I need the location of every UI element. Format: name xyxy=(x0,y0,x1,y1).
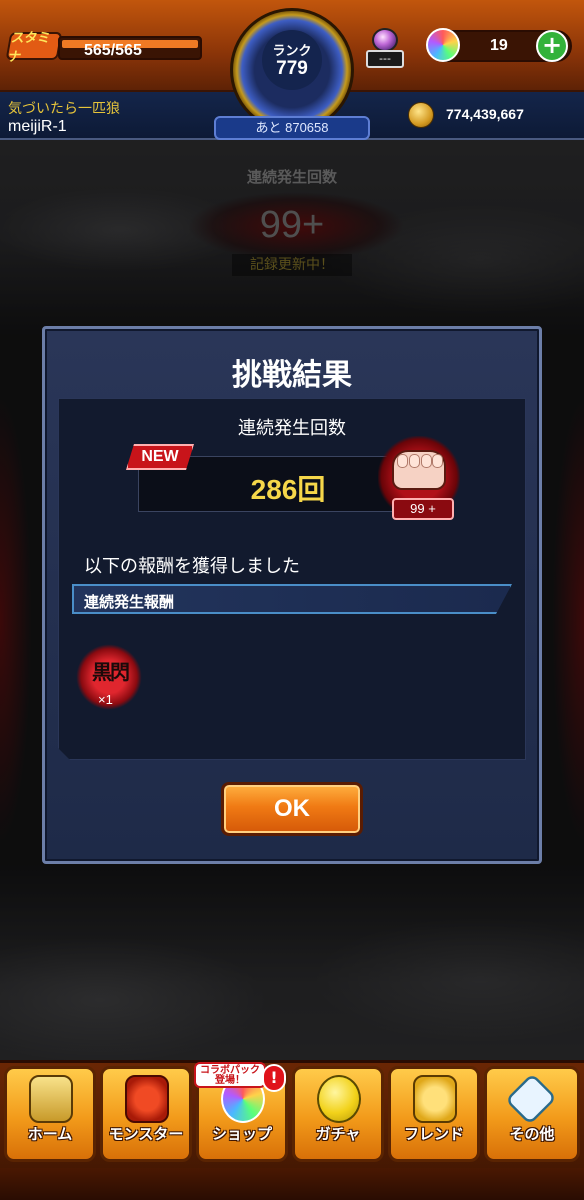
player-title: 気づいたら一匹狼 xyxy=(8,101,120,117)
friend-icon xyxy=(413,1075,457,1123)
fist-knuckle xyxy=(409,454,420,468)
potion-slot[interactable]: --- xyxy=(364,28,404,72)
rank-label: ランク xyxy=(272,44,312,59)
fist-knuckle xyxy=(432,454,443,468)
nav-item-other[interactable]: その他 xyxy=(484,1066,580,1162)
reward-text: 以下の報酬を獲得しました xyxy=(84,556,300,577)
stamina-value: 565/565 xyxy=(84,42,142,59)
stamina-icon: スタミナ xyxy=(5,31,63,65)
fist-icon xyxy=(392,450,446,490)
new-badge: NEW xyxy=(126,444,194,470)
rank-value: 779 xyxy=(276,58,308,79)
bottom-nav-strip xyxy=(0,1168,584,1200)
stamina-label: スタミナ xyxy=(6,31,52,65)
other-icon xyxy=(504,1072,558,1126)
orb-count: 19 xyxy=(490,37,508,54)
player-name: meijiR-1 xyxy=(8,118,67,135)
nav-item-friend[interactable]: フレンド xyxy=(388,1066,480,1162)
nav-item-monster[interactable]: モンスター xyxy=(100,1066,192,1162)
shop-callout: コラボパック 登場！ xyxy=(194,1062,266,1088)
nav-item-home[interactable]: ホーム xyxy=(4,1066,96,1162)
shop-alert-icon: ! xyxy=(262,1064,286,1092)
fist-knuckle xyxy=(421,454,432,468)
potion-value: --- xyxy=(366,50,404,68)
orb-icon xyxy=(426,28,460,62)
reward-quantity: ×1 xyxy=(98,692,113,707)
fist-knuckle xyxy=(397,454,408,468)
badge-count: 99 + xyxy=(392,498,454,520)
nav-label-shop: ショップ xyxy=(211,1125,272,1143)
rank-remaining: あと 870658 xyxy=(214,116,370,140)
ok-button[interactable]: OK xyxy=(221,782,363,836)
reward-category-label: 連続発生報酬 xyxy=(84,593,175,611)
coin-icon xyxy=(408,102,434,128)
reward-item-glyph: 黒閃 xyxy=(92,660,130,684)
dialog-title: 挑戦結果 xyxy=(232,358,352,393)
home-icon xyxy=(29,1075,73,1123)
coin-value: 774,439,667 xyxy=(446,106,524,122)
nav-label-friend: フレンド xyxy=(403,1125,464,1143)
nav-item-gacha[interactable]: ガチャ xyxy=(292,1066,384,1162)
gacha-icon xyxy=(317,1075,361,1123)
monster-icon xyxy=(125,1075,169,1123)
potion-icon xyxy=(372,28,398,52)
nav-label-other: その他 xyxy=(509,1125,555,1143)
add-orb-button[interactable]: + xyxy=(536,30,568,62)
nav-label-home: ホーム xyxy=(27,1125,73,1143)
nav-label-gacha: ガチャ xyxy=(315,1125,361,1143)
nav-label-monster: モンスター xyxy=(108,1125,184,1143)
